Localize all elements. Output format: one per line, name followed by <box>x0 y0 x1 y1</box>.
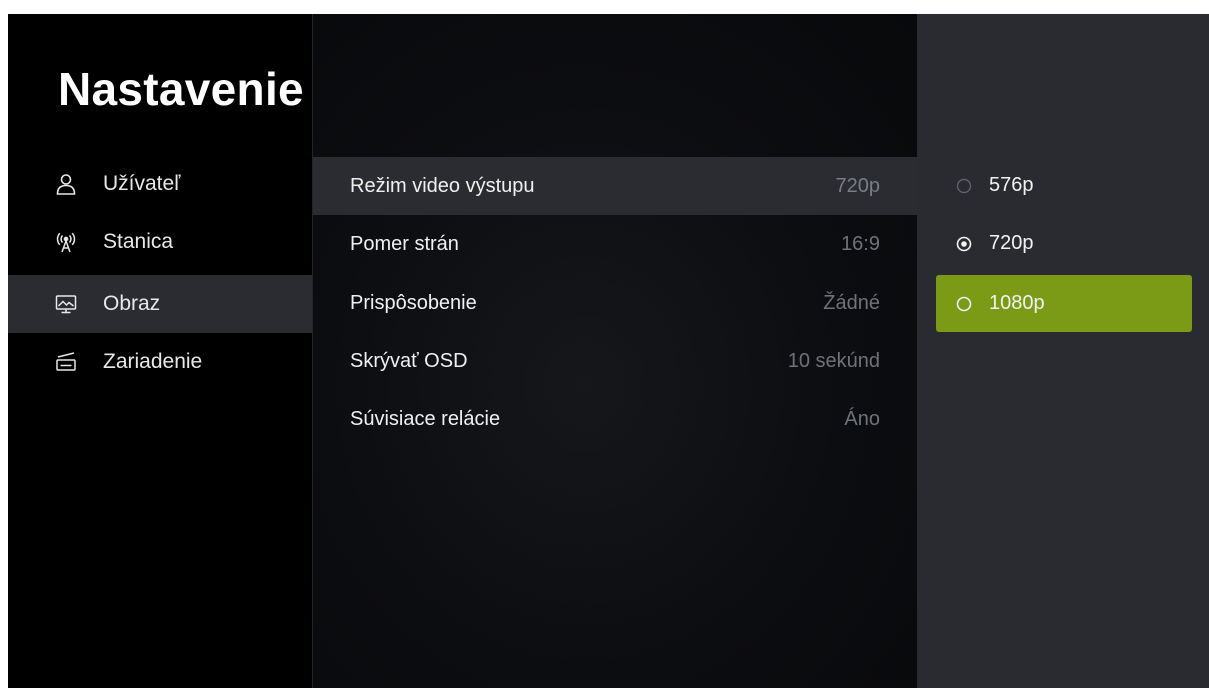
option-label: 1080p <box>989 292 1045 314</box>
user-icon <box>55 173 77 195</box>
setting-label: Skrývať OSD <box>350 349 468 372</box>
setting-video-output-mode[interactable]: Režim video výstupu 720p <box>313 157 917 215</box>
sidebar-item-user[interactable]: Užívateľ <box>8 155 312 213</box>
sidebar-item-station[interactable]: Stanica <box>8 213 312 271</box>
settings-screen: Nastavenie Užívateľ Stanica Obraz Zariad… <box>8 14 1209 688</box>
setting-related-shows[interactable]: Súvisiace relácie Áno <box>313 390 917 448</box>
page-title: Nastavenie <box>58 63 304 115</box>
settings-list: Režim video výstupu 720p Pomer strán 16:… <box>313 14 917 688</box>
sidebar-item-label: Obraz <box>103 292 161 315</box>
setting-value: Žádné <box>823 291 880 314</box>
setting-value: Áno <box>844 407 880 430</box>
option-label: 576p <box>989 174 1034 196</box>
radio-checked-icon <box>956 236 972 252</box>
device-icon <box>55 351 77 373</box>
sidebar-item-label: Užívateľ <box>103 172 181 195</box>
setting-value: 720p <box>835 174 881 197</box>
option-label: 720p <box>989 232 1034 254</box>
setting-value: 16:9 <box>841 232 880 255</box>
monitor-icon <box>55 293 77 315</box>
radio-unchecked-icon <box>956 178 972 194</box>
sidebar-item-device[interactable]: Zariadenie <box>8 333 312 391</box>
setting-adjustment[interactable]: Prispôsobenie Žádné <box>313 274 917 332</box>
radio-unchecked-icon <box>956 296 972 312</box>
option-576p[interactable]: 576p <box>936 157 1192 214</box>
sidebar-item-picture[interactable]: Obraz <box>8 275 312 333</box>
setting-label: Prispôsobenie <box>350 291 477 314</box>
antenna-icon <box>55 231 77 253</box>
setting-hide-osd[interactable]: Skrývať OSD 10 sekúnd <box>313 332 917 390</box>
sidebar-item-label: Stanica <box>103 230 174 253</box>
options-panel: 576p 720p 1080p <box>917 14 1209 688</box>
setting-aspect-ratio[interactable]: Pomer strán 16:9 <box>313 215 917 273</box>
sidebar-item-label: Zariadenie <box>103 350 203 373</box>
sidebar: Nastavenie Užívateľ Stanica Obraz Zariad… <box>8 14 312 688</box>
option-1080p[interactable]: 1080p <box>936 275 1192 332</box>
setting-value: 10 sekúnd <box>787 349 880 372</box>
option-720p[interactable]: 720p <box>936 215 1192 272</box>
setting-label: Súvisiace relácie <box>350 407 501 430</box>
setting-label: Pomer strán <box>350 232 459 255</box>
setting-label: Režim video výstupu <box>350 174 535 197</box>
